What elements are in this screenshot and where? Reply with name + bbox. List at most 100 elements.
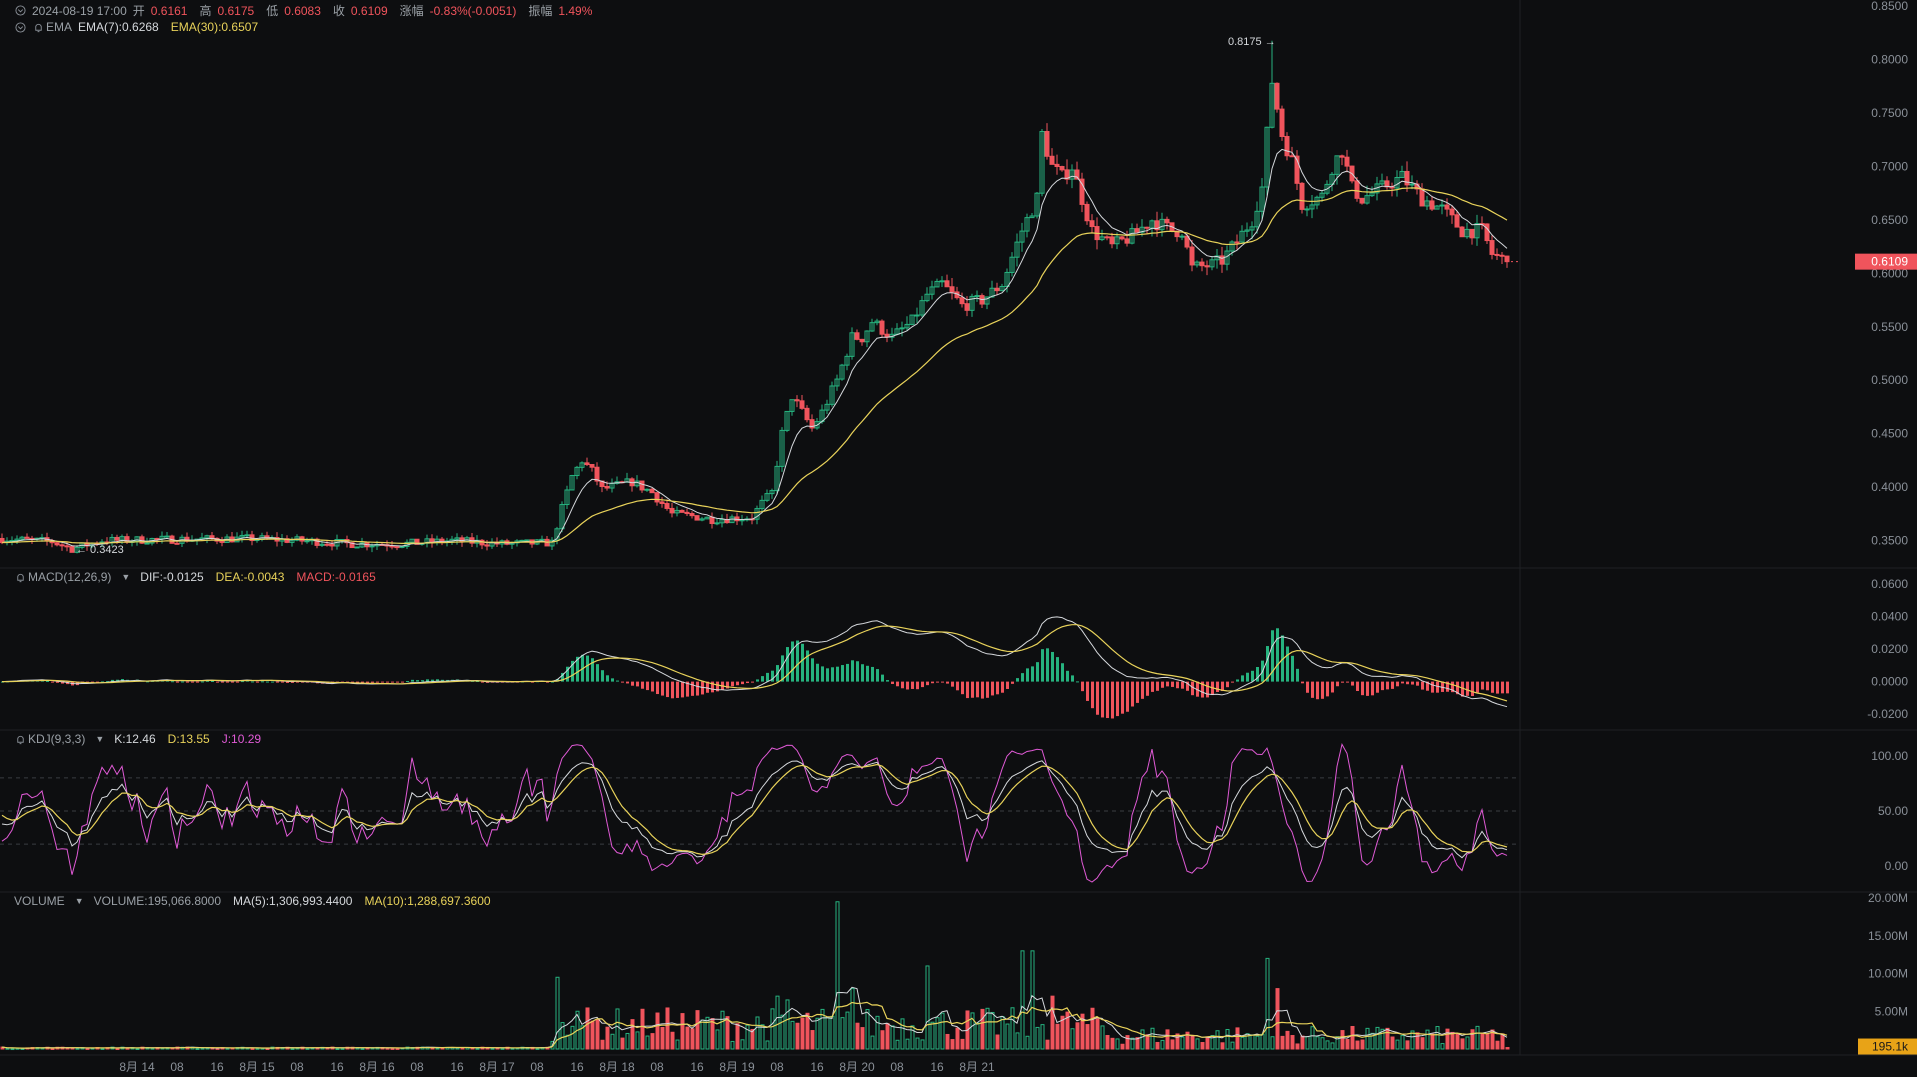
volume-bar: [1340, 1030, 1345, 1050]
macd-pane[interactable]: [1, 616, 1509, 719]
macd-tick-label: 0.0200: [1871, 642, 1908, 656]
volume-ma5-value: MA(5):1,306,993.4400: [233, 894, 353, 908]
macd-tick-label: -0.0200: [1867, 707, 1908, 721]
chevron-down-icon[interactable]: [14, 5, 26, 17]
volume-bar: [655, 1012, 660, 1050]
volume-tick-label: 10.00M: [1868, 967, 1908, 981]
bell-icon[interactable]: [32, 21, 44, 33]
macd-histogram-bar: [951, 681, 954, 687]
macd-histogram-bar: [1481, 681, 1484, 690]
volume-bar: [1355, 1040, 1360, 1050]
candle-body: [1059, 166, 1065, 171]
volume-legend: VOLUME ▼ VOLUME:195,066.8000 MA(5):1,306…: [14, 894, 497, 908]
candle-body: [1454, 214, 1460, 228]
macd-histogram-bar: [421, 680, 424, 682]
candle-body: [594, 466, 600, 482]
caret-down-icon[interactable]: ▼: [121, 572, 130, 582]
candle-body: [1179, 235, 1185, 238]
macd-histogram-bar: [1026, 668, 1029, 682]
volume-bar: [1260, 1033, 1265, 1050]
candle-body: [1359, 197, 1365, 204]
time-tick-label: 8月 21: [959, 1060, 995, 1074]
bell-icon[interactable]: [14, 571, 26, 583]
macd-histogram-bar: [601, 670, 604, 682]
volume-bar: [305, 1047, 310, 1050]
candle-body: [64, 545, 70, 548]
candle-body: [1484, 223, 1490, 242]
macd-histogram-bar: [1496, 681, 1499, 694]
chevron-down-icon[interactable]: [14, 21, 26, 33]
caret-down-icon[interactable]: ▼: [95, 734, 104, 744]
macd-histogram-bar: [1411, 681, 1414, 685]
volume-bar: [340, 1047, 345, 1050]
volume-bar: [715, 1029, 720, 1050]
candle-body: [1439, 204, 1445, 207]
candle-body: [1144, 226, 1150, 229]
macd-histogram-bar: [1361, 681, 1364, 696]
time-tick-label: 8月 14: [119, 1060, 155, 1074]
macd-histogram-bar: [401, 681, 404, 683]
volume-bar: [690, 1028, 695, 1050]
candle-body: [69, 546, 75, 553]
volume-bar: [10, 1048, 15, 1051]
macd-histogram-bar: [871, 666, 874, 682]
amplitude-value: 1.49%: [558, 3, 593, 18]
caret-down-icon[interactable]: ▼: [75, 896, 84, 906]
volume-bar: [1230, 1041, 1235, 1050]
volume-bar: [925, 965, 930, 1050]
macd-histogram-bar: [831, 667, 834, 682]
candle-body: [714, 522, 720, 525]
candle-body: [914, 314, 920, 317]
volume-bar: [675, 1039, 680, 1050]
macd-histogram-bar: [691, 681, 694, 696]
volume-bar: [135, 1047, 140, 1050]
volume-bar: [760, 1024, 765, 1050]
time-tick-label: 16: [210, 1060, 224, 1074]
volume-bar: [1440, 1043, 1445, 1050]
volume-bar: [785, 999, 790, 1050]
candle-body: [659, 501, 665, 504]
volume-bar: [790, 1020, 795, 1050]
macd-histogram-bar: [661, 681, 664, 696]
volume-bar: [730, 1040, 735, 1050]
kdj-pane[interactable]: [1, 743, 1508, 883]
volume-bar: [1020, 950, 1025, 1050]
volume-bar: [1305, 1036, 1310, 1050]
price-pane[interactable]: 0.8175 → ← 0.3423: [0, 36, 1520, 556]
candle-body: [1299, 182, 1305, 210]
volume-bar: [590, 1020, 595, 1050]
kdj-tick-label: 100.00: [1871, 749, 1908, 763]
volume-bar: [1205, 1036, 1210, 1050]
macd-histogram-bar: [1006, 681, 1009, 689]
candle-body: [114, 536, 120, 541]
volume-bar: [1220, 1042, 1225, 1050]
volume-bar: [900, 1018, 905, 1050]
macd-histogram-bar: [1406, 681, 1409, 685]
macd-value: MACD:-0.0165: [296, 570, 376, 584]
macd-histogram-bar: [956, 681, 959, 691]
volume-pane[interactable]: [0, 901, 1510, 1051]
volume-bar: [1345, 1039, 1350, 1050]
macd-legend-name: MACD(12,26,9): [28, 570, 112, 584]
volume-bar: [360, 1047, 365, 1050]
macd-histogram-bar: [276, 681, 279, 683]
macd-histogram-bar: [1316, 681, 1319, 700]
macd-histogram-bar: [636, 681, 639, 687]
macd-histogram-bar: [1131, 681, 1134, 707]
volume-bar: [1115, 1038, 1120, 1050]
bell-icon[interactable]: [14, 733, 26, 745]
d-value: D:13.55: [167, 732, 210, 746]
macd-histogram-bar: [1356, 681, 1359, 692]
volume-bar: [1310, 1026, 1315, 1050]
ema-legend: EMA EMA(7):0.6268 EMA(30):0.6507: [14, 20, 264, 34]
volume-bar: [390, 1047, 395, 1050]
volume-bar: [740, 1039, 745, 1050]
candle-body: [684, 511, 690, 515]
volume-bar: [615, 1008, 620, 1050]
candle-body: [1234, 241, 1240, 244]
low-value: 0.6083: [284, 3, 321, 18]
time-tick-label: 08: [170, 1060, 184, 1074]
macd-histogram-bar: [606, 675, 609, 682]
candlestick-chart[interactable]: 0.8175 → ← 0.3423 0.3500 0.4000 0.4500 0.500…: [0, 0, 1917, 1077]
volume-bar: [1120, 1043, 1125, 1050]
